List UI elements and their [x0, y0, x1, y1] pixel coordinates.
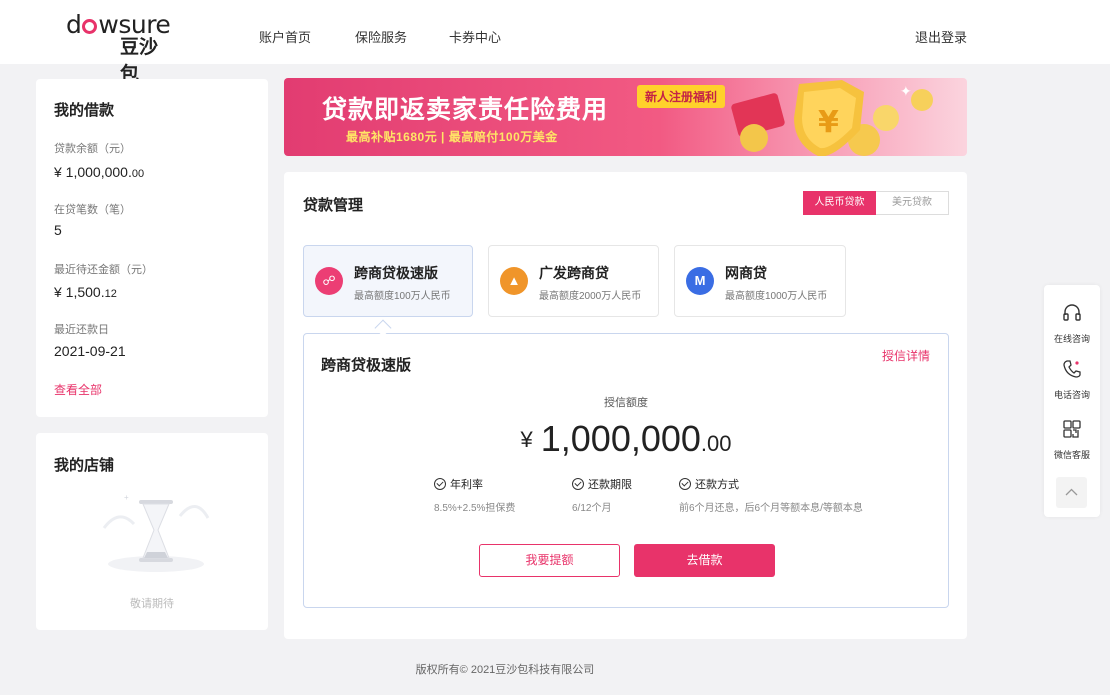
shield-coins-illustration-icon: ¥ ✦ — [731, 80, 933, 156]
new-user-badge: 新人注册福利 — [637, 85, 726, 108]
nav-coupons[interactable]: 卡券中心 — [449, 27, 501, 46]
logout-link[interactable]: 退出登录 — [915, 27, 967, 46]
my-shop-card: 我的店铺 + 敬请期待 — [36, 433, 268, 630]
product-desc: 最高额度2000万人民币 — [539, 291, 642, 302]
svg-text:+: + — [124, 493, 129, 502]
phone-consult-button[interactable]: 电话咨询 — [1044, 358, 1100, 401]
qrcode-icon — [1063, 420, 1081, 438]
triangle-icon: ▲ — [500, 267, 528, 295]
online-consult-button[interactable]: 在线咨询 — [1044, 302, 1100, 345]
product-detail-box: 跨商贷极速版 授信详情 授信额度 ¥1,000,000.00 年利率 8.5%+… — [303, 333, 949, 608]
svg-text:✦: ✦ — [900, 83, 912, 99]
top-header: d wsure 豆沙包 账户首页 保险服务 卡券中心 退出登录 — [0, 0, 1110, 85]
product-card-guangfa[interactable]: ▲ 广发跨商贷 最高额度2000万人民币 — [488, 245, 659, 317]
product-name: 网商贷 — [725, 265, 767, 281]
term-repay-period: 还款期限 6/12个月 — [572, 478, 632, 514]
repay-date-value: 2021-09-21 — [54, 343, 126, 359]
product-name: 广发跨商贷 — [539, 265, 609, 281]
repay-date-label: 最近还款日 — [54, 324, 109, 336]
detail-title: 跨商贷极速版 — [321, 357, 412, 374]
m-logo-icon: M — [686, 267, 714, 295]
balance-label: 贷款余额（元） — [54, 143, 131, 155]
currency-toggle: 人民币贷款 美元贷款 — [803, 191, 949, 215]
credit-limit-amount: ¥1,000,000.00 — [520, 418, 732, 459]
nav-insurance[interactable]: 保险服务 — [355, 27, 407, 46]
term-interest-rate: 年利率 8.5%+2.5%担保费 — [434, 478, 516, 514]
check-circle-icon — [572, 478, 584, 490]
dowsure-logo[interactable]: d wsure 豆沙包 — [66, 10, 176, 85]
headset-icon — [1063, 304, 1081, 321]
balance-value: ¥ 1,000,000.00 — [54, 164, 145, 180]
coming-soon-text: 敬请期待 — [130, 598, 174, 610]
my-loans-title: 我的借款 — [54, 102, 115, 119]
banner-title: 贷款即返卖家责任险费用 — [322, 96, 609, 124]
my-loans-card: 我的借款 贷款余额（元） ¥ 1,000,000.00 在贷笔数（笔） 5 最近… — [36, 79, 268, 417]
product-card-kuashangdai-express[interactable]: ☍ 跨商贷极速版 最高额度100万人民币 — [303, 245, 473, 317]
borrow-button[interactable]: 去借款 — [634, 544, 775, 577]
promo-banner[interactable]: 贷款即返卖家责任险费用 最高补贴1680元 | 最高赔付100万美金 新人注册福… — [284, 78, 967, 156]
loan-management-panel: 贷款管理 人民币贷款 美元贷款 ☍ 跨商贷极速版 最高额度100万人民币 ▲ 广… — [284, 172, 967, 639]
back-to-top-button[interactable] — [1056, 477, 1087, 508]
raise-limit-button[interactable]: 我要提额 — [479, 544, 620, 577]
credit-limit-label: 授信额度 — [604, 397, 648, 409]
customer-service-bar: 在线咨询 电话咨询 微信客服 — [1044, 285, 1100, 517]
chevron-up-icon — [1065, 488, 1078, 496]
view-all-link[interactable]: 查看全部 — [54, 381, 102, 398]
tab-rmb-loan[interactable]: 人民币贷款 — [803, 191, 876, 215]
my-shop-title: 我的店铺 — [54, 457, 115, 474]
due-amount-label: 最近待还金额（元） — [54, 264, 153, 276]
hourglass-illustration-icon: + — [102, 493, 210, 572]
currency-symbol: ¥ — [520, 427, 533, 452]
phone-icon — [1063, 360, 1081, 378]
link-icon: ☍ — [315, 267, 343, 295]
nav-account-home[interactable]: 账户首页 — [259, 27, 311, 46]
product-name: 跨商贷极速版 — [354, 265, 438, 281]
product-desc: 最高额度100万人民币 — [354, 291, 451, 302]
wechat-service-button[interactable]: 微信客服 — [1044, 418, 1100, 461]
svg-text:¥: ¥ — [818, 105, 839, 140]
check-circle-icon — [679, 478, 691, 490]
logo-chinese: 豆沙包 — [120, 37, 159, 85]
product-desc: 最高额度1000万人民币 — [725, 291, 828, 302]
banner-subtitle: 最高补贴1680元 | 最高赔付100万美金 — [346, 130, 558, 144]
check-circle-icon — [434, 478, 446, 490]
tab-usd-loan[interactable]: 美元贷款 — [876, 191, 949, 215]
loan-count-label: 在贷笔数（笔） — [54, 204, 131, 216]
credit-details-link[interactable]: 授信详情 — [882, 347, 930, 364]
term-repay-method: 还款方式 前6个月还息，后6个月等额本息/等额本息 — [679, 478, 863, 514]
due-amount-value: ¥ 1,500.12 — [54, 284, 117, 300]
footer-copyright: 版权所有© 2021豆沙包科技有限公司 — [415, 664, 595, 676]
loan-count-value: 5 — [54, 222, 62, 238]
loan-management-title: 贷款管理 — [303, 197, 364, 214]
product-card-wangshangdai[interactable]: M 网商贷 最高额度1000万人民币 — [674, 245, 846, 317]
